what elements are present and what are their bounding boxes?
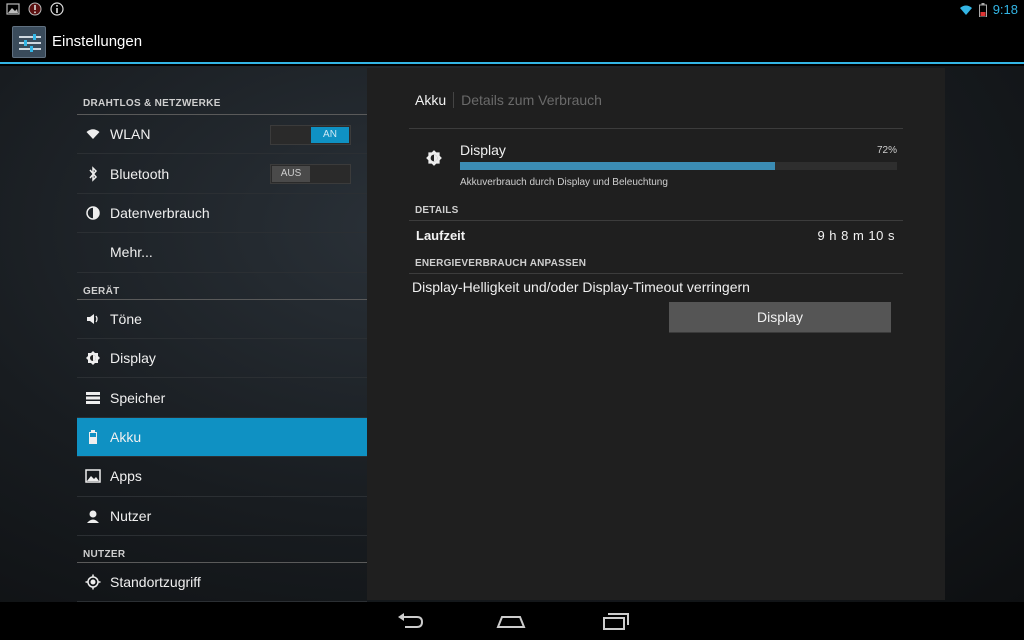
- sidebar-item-bluetooth[interactable]: Bluetooth AUS: [77, 154, 367, 194]
- usage-description: Akkuverbrauch durch Display und Beleucht…: [460, 177, 668, 188]
- divider: [409, 220, 903, 221]
- sidebar-item-sounds[interactable]: Töne: [77, 300, 367, 339]
- sidebar-item-label: Mehr...: [110, 244, 153, 261]
- usage-progress-bar: [460, 162, 897, 170]
- usage-percent: 72%: [876, 145, 897, 156]
- sidebar-item-display[interactable]: Display: [77, 339, 367, 379]
- sidebar-item-label: Nutzer: [110, 507, 152, 524]
- breadcrumb: Akku Details zum Verbrauch: [415, 92, 602, 108]
- sidebar-item-wlan[interactable]: WLAN AN: [77, 115, 367, 155]
- settings-sliders-icon[interactable]: [12, 26, 46, 58]
- settings-list: DRAHTLOS & NETZWERKE WLAN AN Bluetooth A…: [77, 66, 367, 603]
- action-bar: Einstellungen: [0, 20, 1024, 64]
- apps-icon: [85, 468, 101, 484]
- divider: [409, 128, 903, 129]
- sidebar-item-label: Display: [110, 350, 156, 367]
- clock: 9:18: [992, 2, 1018, 17]
- runtime-value: 9 h 8 m 10 s: [817, 228, 895, 243]
- sidebar-item-label: Datenverbrauch: [110, 204, 210, 221]
- wlan-toggle[interactable]: AN: [270, 125, 351, 145]
- section-header-user: NUTZER: [77, 536, 367, 563]
- app-title: Einstellungen: [52, 33, 143, 50]
- details-header: DETAILS: [415, 205, 459, 216]
- home-icon[interactable]: [494, 610, 528, 632]
- sidebar-item-battery[interactable]: Akku: [77, 417, 367, 458]
- battery-detail-pane: Akku Details zum Verbrauch Display 72% A…: [367, 68, 945, 600]
- speaker-icon: [85, 311, 101, 327]
- sidebar-item-label: Apps: [110, 468, 142, 485]
- usage-title: Display: [460, 142, 506, 158]
- battery-icon: [85, 429, 101, 445]
- sidebar-item-users[interactable]: Nutzer: [77, 497, 367, 536]
- sidebar-item-apps[interactable]: Apps: [77, 457, 367, 497]
- data-usage-icon: [85, 205, 101, 221]
- toggle-label: AN: [311, 127, 349, 143]
- breadcrumb-divider: [453, 92, 455, 108]
- section-header-device: GERÄT: [77, 273, 367, 300]
- user-icon: [85, 508, 101, 524]
- runtime-label: Laufzeit: [416, 228, 466, 243]
- battery-icon: [978, 3, 987, 18]
- wifi-icon: [959, 3, 973, 17]
- back-icon[interactable]: [393, 610, 427, 632]
- sidebar-item-label: Töne: [110, 310, 142, 327]
- breadcrumb-battery[interactable]: Akku: [415, 92, 446, 108]
- advice-text: Display-Helligkeit und/oder Display-Time…: [412, 279, 750, 295]
- display-settings-button[interactable]: Display: [669, 302, 891, 333]
- toggle-label: AUS: [272, 166, 310, 183]
- usage-progress-fill: [460, 162, 775, 170]
- wifi-icon: [85, 126, 101, 142]
- divider: [409, 273, 903, 274]
- breadcrumb-usage-details: Details zum Verbrauch: [461, 92, 602, 108]
- info-icon: [50, 2, 64, 16]
- bluetooth-toggle[interactable]: AUS: [270, 164, 351, 185]
- navigation-bar: [0, 602, 1024, 640]
- adjust-header: ENERGIEVERBRAUCH ANPASSEN: [415, 258, 587, 269]
- alert-icon: [28, 2, 42, 16]
- bluetooth-icon: [85, 165, 101, 182]
- section-header-wireless: DRAHTLOS & NETZWERKE: [77, 66, 367, 115]
- sidebar-item-storage[interactable]: Speicher: [77, 378, 367, 418]
- status-bar: 9:18: [0, 0, 1024, 20]
- brightness-icon: [85, 350, 101, 366]
- sidebar-item-label: Standortzugriff: [110, 574, 201, 591]
- sidebar-item-label: Speicher: [110, 389, 166, 406]
- sidebar-item-label: Akku: [110, 428, 142, 445]
- gallery-icon: [6, 2, 20, 16]
- location-icon: [85, 574, 101, 590]
- sidebar-item-data-usage[interactable]: Datenverbrauch: [77, 194, 367, 234]
- storage-icon: [85, 390, 101, 406]
- brightness-icon: [425, 149, 443, 167]
- sidebar-item-location[interactable]: Standortzugriff: [77, 563, 367, 603]
- recents-icon[interactable]: [598, 610, 632, 632]
- sidebar-item-more[interactable]: Mehr...: [77, 233, 367, 273]
